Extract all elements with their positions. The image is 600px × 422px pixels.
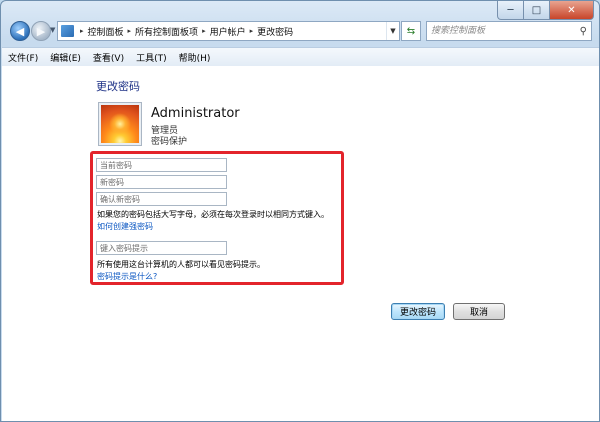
breadcrumb-control-panel[interactable]: 控制面板	[88, 25, 124, 38]
arrow-left-icon: ◀	[15, 24, 25, 38]
breadcrumb-separator[interactable]: ▸	[128, 27, 132, 35]
menu-bar: 文件(F) 编辑(E) 查看(V) 工具(T) 帮助(H)	[2, 47, 599, 67]
navigation-row: ◀ ▶ ▼ ▸ 控制面板 ▸ 所有控制面板项 ▸ 用户帐户 ▸ 更改密码 ▼ ⇆…	[1, 21, 599, 45]
page-title: 更改密码	[96, 80, 140, 93]
search-input[interactable]	[431, 23, 571, 39]
search-box[interactable]: ⚲	[426, 21, 592, 41]
current-password-input[interactable]	[96, 158, 227, 172]
password-hint-input[interactable]	[96, 241, 227, 255]
change-password-button[interactable]: 更改密码	[391, 303, 445, 320]
password-status: 密码保护	[151, 137, 188, 147]
window-caption-buttons: ─ □ ✕	[497, 1, 594, 20]
password-hint-help-link[interactable]: 密码提示是什么?	[97, 271, 157, 282]
control-panel-icon	[61, 25, 74, 37]
recent-pages-dropdown[interactable]: ▼	[50, 26, 55, 34]
user-name: Administrator	[151, 106, 240, 121]
search-icon[interactable]: ⚲	[580, 26, 587, 37]
menu-tools[interactable]: 工具(T)	[130, 51, 173, 64]
arrow-right-icon: ▶	[36, 24, 46, 38]
maximize-button[interactable]: □	[524, 1, 550, 20]
forward-button[interactable]: ▶	[31, 21, 51, 41]
breadcrumb-separator[interactable]: ▸	[80, 27, 84, 35]
flower-picture-icon	[109, 113, 131, 135]
address-bar[interactable]: ▸ 控制面板 ▸ 所有控制面板项 ▸ 用户帐户 ▸ 更改密码 ▼	[57, 21, 400, 41]
address-history-dropdown[interactable]: ▼	[386, 22, 399, 40]
back-button[interactable]: ◀	[10, 21, 30, 41]
menu-edit[interactable]: 编辑(E)	[44, 51, 87, 64]
breadcrumb-change-password[interactable]: 更改密码	[257, 25, 293, 38]
breadcrumb-all-items[interactable]: 所有控制面板项	[135, 25, 198, 38]
user-avatar	[99, 103, 141, 145]
chevron-down-icon: ▼	[390, 27, 396, 35]
hint-visibility-note: 所有使用这台计算机的人都可以看见密码提示。	[97, 260, 265, 269]
menu-file[interactable]: 文件(F)	[2, 51, 44, 64]
menu-help[interactable]: 帮助(H)	[173, 51, 217, 64]
refresh-icon: ⇆	[406, 25, 416, 37]
minimize-button[interactable]: ─	[497, 1, 524, 20]
confirm-password-input[interactable]	[96, 192, 227, 206]
close-button[interactable]: ✕	[550, 1, 594, 20]
control-panel-window: ─ □ ✕ ◀ ▶ ▼ ▸ 控制面板 ▸ 所有控制面板项 ▸ 用户帐户 ▸ 更改…	[0, 0, 600, 422]
breadcrumb-user-accounts[interactable]: 用户帐户	[210, 25, 246, 38]
strong-password-link[interactable]: 如何创建强密码	[97, 221, 153, 232]
menu-view[interactable]: 查看(V)	[87, 51, 130, 64]
caps-lock-note: 如果您的密码包括大写字母，必须在每次登录时以相同方式键入。	[97, 210, 329, 219]
cancel-button[interactable]: 取消	[453, 303, 505, 320]
new-password-input[interactable]	[96, 175, 227, 189]
breadcrumb-separator[interactable]: ▸	[202, 27, 206, 35]
breadcrumb-separator[interactable]: ▸	[250, 27, 254, 35]
refresh-button[interactable]: ⇆	[401, 21, 421, 41]
content-area: 更改密码 Administrator 管理员 密码保护 如果您的密码包括大写字母…	[2, 66, 599, 421]
